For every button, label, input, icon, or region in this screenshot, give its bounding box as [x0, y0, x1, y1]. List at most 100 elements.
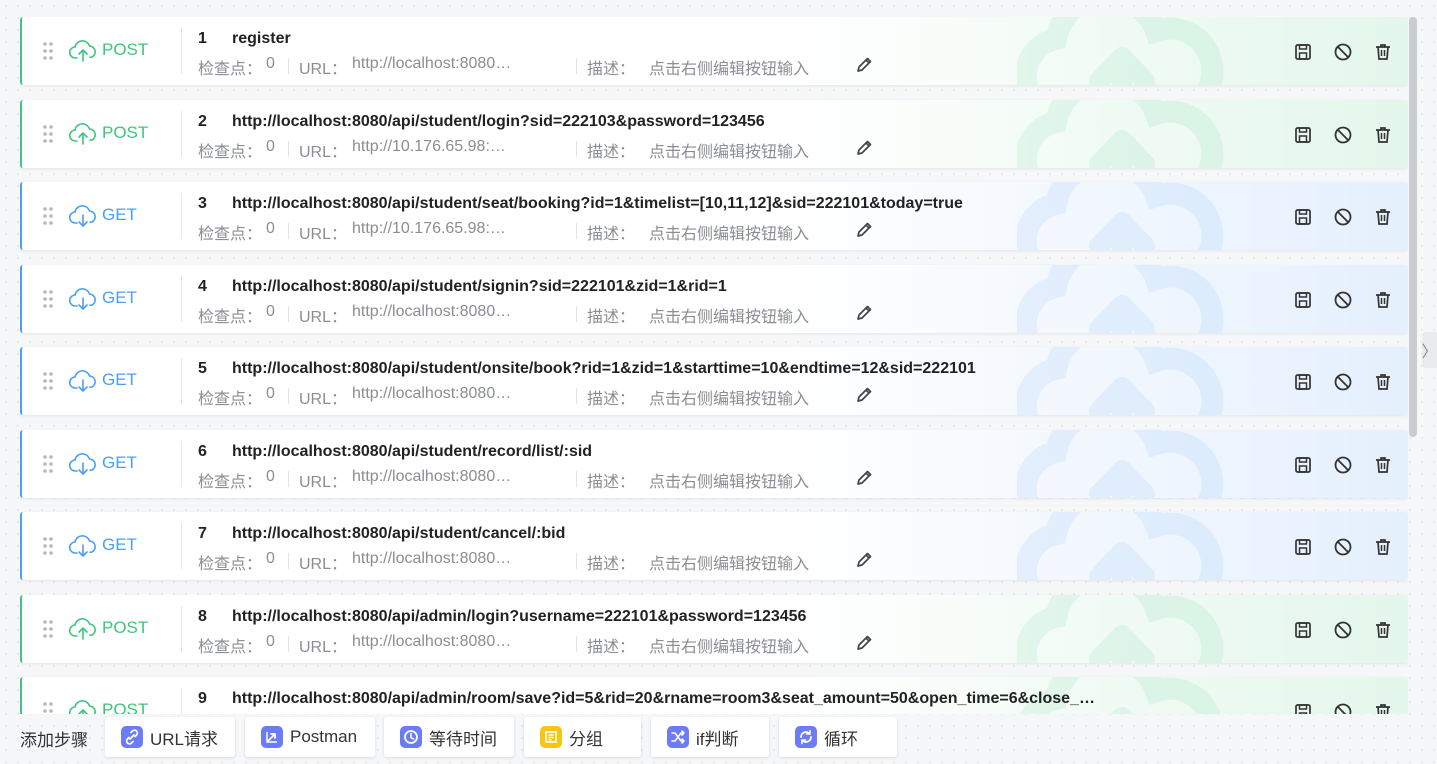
trash-icon[interactable] — [1373, 42, 1393, 62]
drag-handle-icon[interactable] — [42, 536, 54, 556]
divider — [288, 306, 289, 322]
trash-icon[interactable] — [1373, 372, 1393, 392]
drag-handle-icon[interactable] — [42, 206, 54, 226]
drag-handle-icon[interactable] — [42, 371, 54, 391]
step-row[interactable]: POST 1 register 检查点： 0 URL： http://localhost:8… — [20, 17, 1408, 85]
url-label: URL： — [299, 309, 348, 326]
step-title[interactable]: http://localhost:8080/api/student/cancel… — [232, 525, 565, 543]
drag-handle-icon[interactable] — [42, 41, 54, 61]
floppy-disk-icon[interactable] — [1293, 125, 1313, 145]
trash-icon[interactable] — [1373, 537, 1393, 557]
step-title[interactable]: http://localhost:8080/api/student/seat/b… — [232, 195, 963, 213]
step-title[interactable]: http://localhost:8080/api/student/signin… — [232, 278, 727, 296]
pencil-icon[interactable] — [854, 303, 874, 323]
ban-icon[interactable] — [1333, 125, 1353, 145]
cloud-upload-icon — [68, 40, 96, 62]
pencil-icon[interactable] — [854, 220, 874, 240]
method-badge: POST — [102, 700, 149, 714]
add-step-clock-button[interactable]: 等待时间 — [384, 717, 514, 757]
add-step-postman-button[interactable]: Postman — [245, 717, 375, 757]
trash-icon[interactable] — [1373, 290, 1393, 310]
trash-icon[interactable] — [1373, 455, 1393, 475]
pencil-icon[interactable] — [854, 468, 874, 488]
step-row[interactable]: POST 9 http://localhost:8080/api/admin/roo… — [20, 677, 1408, 714]
step-row[interactable]: GET 3 http://localhost:8080/api/student/se… — [20, 182, 1408, 250]
ban-icon[interactable] — [1333, 620, 1353, 640]
drag-handle-icon[interactable] — [42, 701, 54, 714]
step-row[interactable]: POST 2 http://localhost:8080/api/student/l… — [20, 100, 1408, 168]
step-title[interactable]: http://localhost:8080/api/student/login?… — [232, 113, 765, 131]
step-row[interactable]: GET 7 http://localhost:8080/api/student/ca… — [20, 512, 1408, 580]
step-number: 9 — [198, 690, 207, 707]
cloud-upload-icon — [68, 123, 96, 145]
pencil-icon[interactable] — [854, 138, 874, 158]
desc-label: 描述： — [587, 639, 636, 656]
floppy-disk-icon[interactable] — [1293, 702, 1313, 714]
divider — [576, 141, 577, 157]
drag-handle-icon[interactable] — [42, 289, 54, 309]
cloud-download-watermark-icon — [1017, 430, 1224, 498]
floppy-disk-icon[interactable] — [1293, 372, 1313, 392]
step-row[interactable]: POST 8 http://localhost:8080/api/admin/log… — [20, 595, 1408, 663]
trash-icon[interactable] — [1373, 125, 1393, 145]
desc-label: 描述： — [587, 474, 636, 491]
add-step-loop-button[interactable]: 循环 — [779, 717, 897, 757]
step-list: POST 1 register 检查点： 0 URL： http://localhost:8… — [20, 17, 1408, 714]
step-number: 3 — [198, 195, 207, 212]
step-row[interactable]: GET 5 http://localhost:8080/api/student/on… — [20, 347, 1408, 415]
desc-label: 描述： — [587, 61, 636, 78]
drag-handle-icon[interactable] — [42, 619, 54, 639]
floppy-disk-icon[interactable] — [1293, 207, 1313, 227]
step-title[interactable]: http://localhost:8080/api/student/onsite… — [232, 360, 976, 378]
side-panel-toggle[interactable]: 〉 — [1422, 332, 1437, 368]
trash-icon[interactable] — [1373, 207, 1393, 227]
add-step-group-button[interactable]: 分组 — [524, 717, 641, 757]
floppy-disk-icon[interactable] — [1293, 42, 1313, 62]
ban-icon[interactable] — [1333, 702, 1353, 714]
checkpoint-count: 0 — [266, 55, 275, 72]
drag-handle-icon[interactable] — [42, 454, 54, 474]
ban-icon[interactable] — [1333, 455, 1353, 475]
method-badge: POST — [102, 618, 149, 637]
method-badge: GET — [102, 205, 137, 224]
pencil-icon[interactable] — [854, 55, 874, 75]
divider — [181, 276, 182, 322]
divider — [181, 358, 182, 404]
clock-icon — [400, 726, 422, 748]
step-number: 2 — [198, 113, 207, 130]
step-number: 6 — [198, 443, 207, 460]
step-row[interactable]: GET 6 http://localhost:8080/api/student/re… — [20, 430, 1408, 498]
floppy-disk-icon[interactable] — [1293, 290, 1313, 310]
trash-icon[interactable] — [1373, 620, 1393, 640]
divider — [288, 141, 289, 157]
floppy-disk-icon[interactable] — [1293, 620, 1313, 640]
checkpoint-count: 0 — [266, 385, 275, 402]
ban-icon[interactable] — [1333, 42, 1353, 62]
url-value: http://10.176.65.98:… — [352, 220, 506, 237]
cloud-download-watermark-icon — [1017, 512, 1224, 580]
step-title[interactable]: http://localhost:8080/api/admin/room/sav… — [232, 690, 1095, 708]
step-title[interactable]: http://localhost:8080/api/student/record… — [232, 443, 592, 461]
trash-icon[interactable] — [1373, 702, 1393, 714]
step-row[interactable]: GET 4 http://localhost:8080/api/student/si… — [20, 265, 1408, 333]
url-value: http://localhost:8080… — [352, 633, 512, 650]
scrollbar-thumb[interactable] — [1409, 17, 1417, 437]
add-step-shuffle-button[interactable]: if判断 — [651, 717, 769, 757]
pencil-icon[interactable] — [854, 550, 874, 570]
divider — [181, 441, 182, 487]
cloud-download-watermark-icon — [1017, 265, 1224, 333]
ban-icon[interactable] — [1333, 372, 1353, 392]
step-number: 4 — [198, 278, 207, 295]
step-title[interactable]: http://localhost:8080/api/admin/login?us… — [232, 608, 806, 626]
ban-icon[interactable] — [1333, 537, 1353, 557]
pencil-icon[interactable] — [854, 385, 874, 405]
ban-icon[interactable] — [1333, 207, 1353, 227]
drag-handle-icon[interactable] — [42, 124, 54, 144]
pencil-icon[interactable] — [854, 633, 874, 653]
floppy-disk-icon[interactable] — [1293, 537, 1313, 557]
floppy-disk-icon[interactable] — [1293, 455, 1313, 475]
ban-icon[interactable] — [1333, 290, 1353, 310]
url-value: http://localhost:8080… — [352, 550, 512, 567]
step-title[interactable]: register — [232, 30, 291, 48]
add-step-link-button[interactable]: URL请求 — [105, 717, 235, 757]
